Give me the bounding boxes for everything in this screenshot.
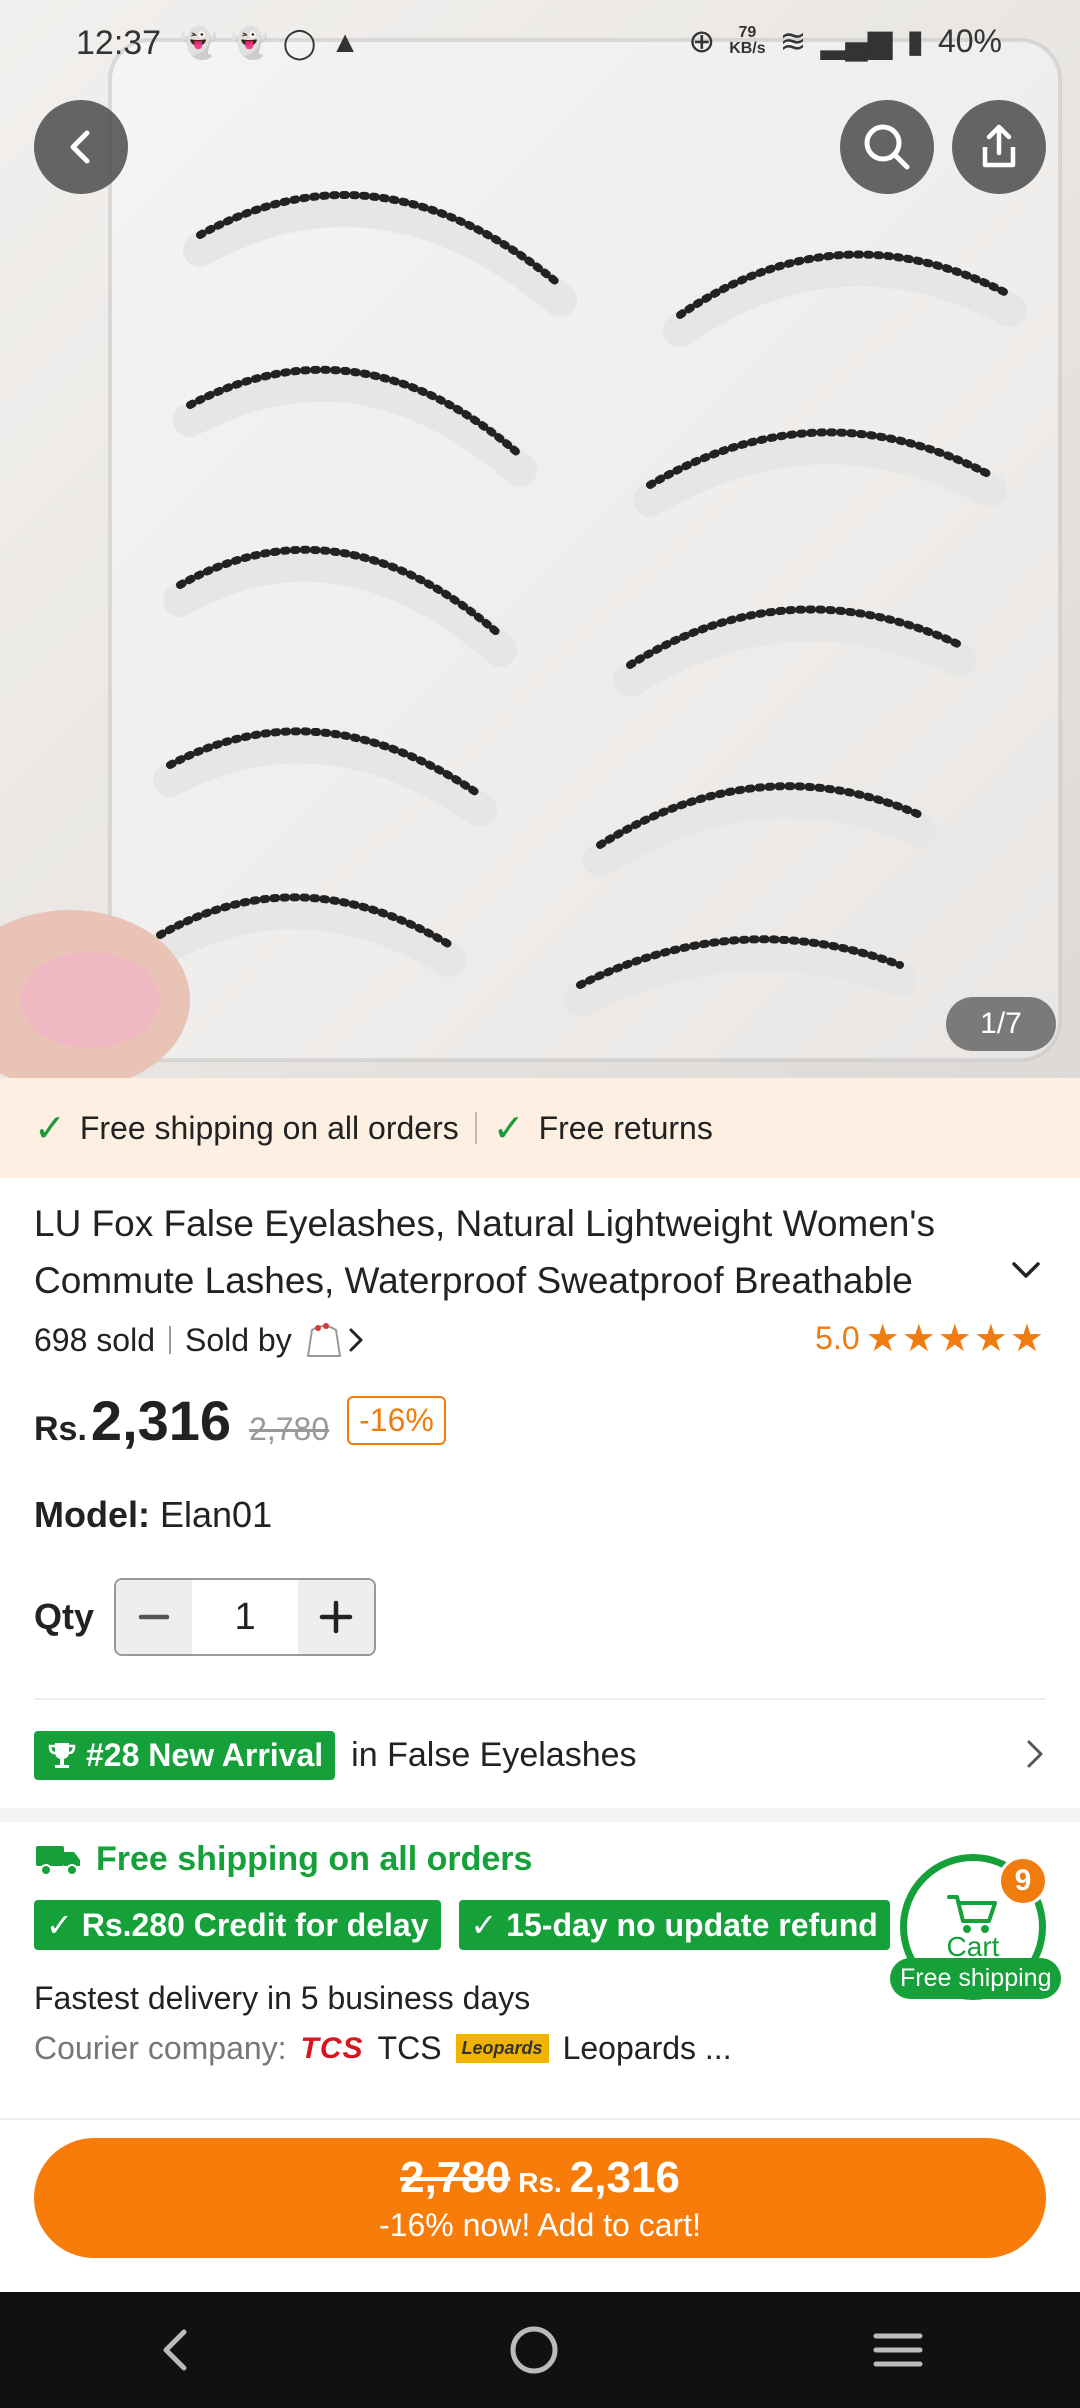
cta-price-line: 2,780 Rs. 2,316 — [400, 2153, 680, 2203]
model-value: Elan01 — [160, 1494, 273, 1535]
plus-icon — [319, 1600, 353, 1634]
current-price: 2,316 — [90, 1389, 232, 1452]
rank-badge: #28 New Arrival — [34, 1730, 336, 1780]
status-bar: 12:37 👻 👻 ◯ ▲ ⊕ 79 KB/s ≋ ▂▄▆ ▮ 40% — [0, 0, 1080, 92]
signal-icon: ▂▄▆ — [820, 23, 893, 59]
divider — [0, 2118, 1080, 2120]
divider — [474, 1112, 477, 1144]
chevron-right-icon — [1027, 1740, 1043, 1768]
system-nav-bar — [0, 2292, 1080, 2408]
free-shipping-label: Free shipping on all orders — [79, 1109, 459, 1146]
quantity-stepper: 1 — [114, 1578, 377, 1656]
rank-row[interactable]: #28 New Arrival in False Eyelashes — [34, 1728, 1046, 1782]
product-title[interactable]: LU Fox False Eyelashes, Natural Lightwei… — [34, 1195, 1014, 1309]
seller-logo[interactable] — [302, 1320, 366, 1360]
rating[interactable]: 5.0 ★★★★★ — [815, 1316, 1046, 1361]
divider — [168, 1326, 171, 1354]
cart-free-shipping: Free shipping — [890, 1958, 1062, 1999]
search-button[interactable] — [840, 100, 934, 194]
price-row: Rs. 2,316 2,780 -16% — [34, 1388, 446, 1453]
increase-button[interactable] — [298, 1580, 375, 1654]
original-price: 2,780 — [249, 1411, 330, 1447]
sold-by-label: Sold by — [184, 1321, 292, 1358]
shipping-tags: ✓ Rs.280 Credit for delay ✓ 15-day no up… — [34, 1900, 1007, 1950]
section-divider — [0, 1808, 1080, 1822]
snapchat-icon: 👻 — [180, 27, 218, 60]
back-arrow-icon — [70, 130, 90, 164]
star-rating-icon: ★★★★★ — [865, 1318, 1046, 1360]
notification-icons: 👻 👻 ◯ ▲ — [180, 26, 360, 61]
delivery-time: Fastest delivery in 5 business days — [34, 1980, 531, 2016]
rating-value: 5.0 — [815, 1320, 860, 1356]
seller-avatar-icon — [306, 1323, 341, 1357]
currency: Rs. — [34, 1410, 87, 1448]
cart-icon — [947, 1895, 997, 1933]
sold-count: 698 sold — [34, 1321, 155, 1358]
battery-icon: ▮ — [906, 23, 924, 59]
snapchat-icon: 👻 — [231, 27, 269, 60]
data-saver-icon: ⊕ — [688, 23, 716, 59]
qty-label: Qty — [34, 1596, 95, 1637]
cta-price: 2,316 — [569, 2152, 680, 2202]
tcs-logo: TCS — [300, 2031, 364, 2065]
truck-icon — [36, 1845, 80, 1876]
wifi-icon: ≋ — [779, 23, 807, 59]
courier-row[interactable]: Courier company: TCS TCS Leopards Leopar… — [34, 2030, 732, 2067]
free-returns-label: Free returns — [538, 1109, 713, 1146]
leopards-logo: Leopards — [455, 2034, 549, 2063]
product-image[interactable]: 12:37 👻 👻 ◯ ▲ ⊕ 79 KB/s ≋ ▂▄▆ ▮ 40% 1/7 — [0, 0, 1080, 1078]
cta-old-price: 2,780 — [400, 2152, 511, 2202]
back-button[interactable] — [34, 100, 128, 194]
image-pager: 1/7 — [946, 997, 1056, 1051]
chevron-right-icon — [349, 1328, 363, 1352]
courier-leopards: Leopards ... — [562, 2030, 732, 2066]
share-icon — [982, 124, 1016, 168]
discount-badge: -16% — [347, 1396, 446, 1445]
nav-menu-icon[interactable] — [872, 2330, 924, 2370]
status-time: 12:37 — [76, 24, 162, 62]
cart-count-badge: 9 — [998, 1856, 1048, 1906]
whatsapp-icon: ◯ — [282, 27, 317, 60]
shipping-tag: ✓ Rs.280 Credit for delay — [34, 1900, 441, 1950]
chevron-down-icon[interactable] — [1008, 1258, 1044, 1282]
nav-home-icon[interactable] — [508, 2324, 560, 2376]
cta-currency: Rs. — [518, 2166, 562, 2198]
search-icon — [864, 124, 910, 170]
shipping-tag: ✓ 15-day no update refund — [458, 1900, 890, 1950]
net-speed: 79 KB/s — [729, 24, 766, 57]
warning-icon: ▲ — [330, 26, 360, 59]
share-button[interactable] — [952, 100, 1046, 194]
check-icon: ✓ — [492, 1107, 525, 1150]
trophy-icon — [48, 1743, 76, 1768]
cta-subtitle: -16% now! Add to cart! — [379, 2206, 701, 2243]
nav-back-icon[interactable] — [156, 2326, 196, 2374]
minus-icon — [138, 1614, 170, 1620]
rank-category: in False Eyelashes — [351, 1735, 637, 1774]
model-selector[interactable]: Model: Elan01 — [34, 1494, 272, 1536]
shipping-title[interactable]: Free shipping on all orders — [34, 1840, 532, 1879]
battery-percent: 40% — [937, 22, 1002, 59]
check-icon: ✓ — [34, 1107, 66, 1150]
model-label: Model: — [34, 1494, 150, 1535]
quantity-row: Qty 1 — [34, 1578, 377, 1656]
promo-strip[interactable]: ✓ Free shipping on all orders ✓ Free ret… — [0, 1078, 1080, 1178]
courier-tcs: TCS — [377, 2030, 442, 2066]
divider — [34, 1698, 1046, 1700]
add-to-cart-button[interactable]: 2,780 Rs. 2,316 -16% now! Add to cart! — [34, 2138, 1046, 2258]
system-icons: ⊕ 79 KB/s ≋ ▂▄▆ ▮ 40% — [688, 22, 1002, 60]
courier-label: Courier company: — [34, 2030, 287, 2066]
decrease-button[interactable] — [116, 1580, 193, 1654]
quantity-value[interactable]: 1 — [192, 1580, 299, 1654]
